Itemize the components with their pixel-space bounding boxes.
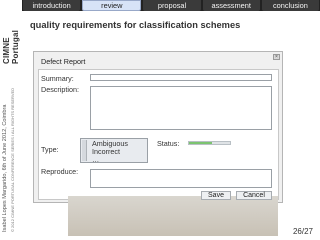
- dialog-title: Defect Report: [41, 57, 86, 66]
- reproduce-input[interactable]: [90, 169, 272, 188]
- close-icon[interactable]: ×: [273, 54, 280, 60]
- side-strip: CIMNE Portugal Isabel Lopes Margarido, 6…: [0, 0, 22, 240]
- credit-line-1: Isabel Lopes Margarido, 6th of June 2012…: [2, 104, 8, 233]
- save-button[interactable]: Save: [201, 191, 231, 200]
- tab-review[interactable]: review: [82, 0, 142, 11]
- description-input[interactable]: [90, 86, 272, 130]
- logo-text: CIMNE Portugal: [2, 29, 20, 64]
- type-option-more[interactable]: …: [92, 156, 99, 164]
- description-label: Description:: [41, 85, 79, 94]
- reproduce-label: Reproduce:: [41, 167, 79, 176]
- top-nav: introduction review proposal assessment …: [22, 0, 320, 11]
- page-title: quality requirements for classification …: [30, 20, 241, 30]
- status-progress-fill: [189, 142, 212, 144]
- tab-assessment[interactable]: assessment: [202, 0, 260, 11]
- page-number: 26/27: [292, 227, 313, 236]
- cancel-button[interactable]: Cancel: [236, 191, 272, 200]
- credit-text: Isabel Lopes Margarido, 6th of June 2012…: [2, 88, 16, 232]
- background-photo: [68, 196, 278, 236]
- type-listbox[interactable]: Ambiguous Incorrect …: [80, 138, 148, 164]
- summary-label: Summary:: [41, 74, 74, 83]
- summary-input[interactable]: [90, 74, 272, 81]
- status-label: Status:: [157, 139, 180, 148]
- tab-conclusion[interactable]: conclusion: [261, 0, 320, 11]
- status-progress-bar: [188, 141, 231, 145]
- credit-line-2: © 2012 CIMNE PORTUGAL CONFERENCE SERIES …: [10, 87, 15, 232]
- tab-introduction[interactable]: introduction: [23, 0, 81, 11]
- type-label: Type:: [41, 145, 59, 154]
- logo: CIMNE Portugal: [2, 4, 20, 64]
- tab-proposal[interactable]: proposal: [143, 0, 201, 11]
- listbox-scrollbar[interactable]: [82, 140, 87, 161]
